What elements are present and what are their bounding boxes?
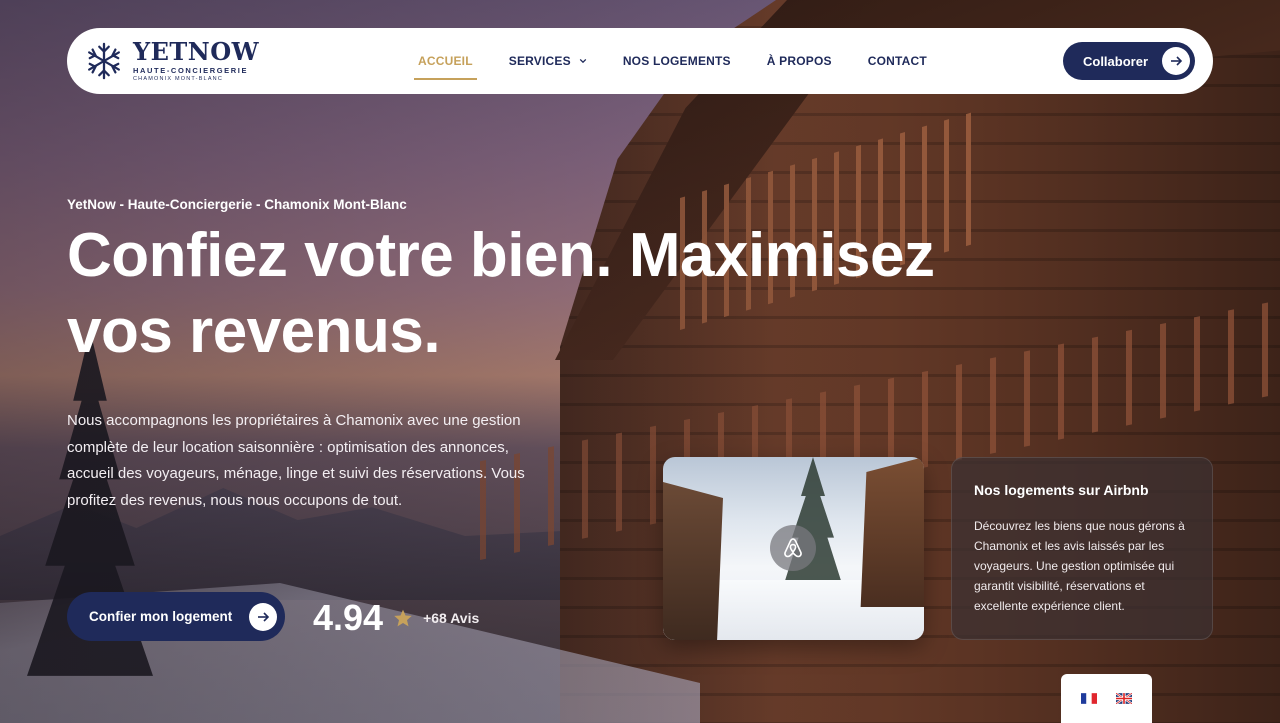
language-switcher — [1061, 674, 1152, 723]
chevron-down-icon — [579, 58, 587, 64]
confier-logement-button[interactable]: Confier mon logement — [67, 592, 285, 641]
arrow-right-icon — [249, 602, 277, 631]
nav-item-label: À PROPOS — [766, 54, 832, 68]
hero-headline: Confiez votre bien. Maximisez vos revenu… — [67, 221, 935, 366]
nav-item-services[interactable]: SERVICES — [491, 28, 605, 94]
airbnb-card-title: Nos logements sur Airbnb — [974, 482, 1149, 498]
airbnb-card-text: Découvrez les biens que nous gérons à Ch… — [974, 519, 1185, 613]
main-nav: ACCUEIL SERVICES NOS LOGEMENTS À PROPOS … — [400, 28, 945, 94]
airbnb-info-card: Nos logements sur Airbnb Découvrez les b… — [951, 457, 1213, 640]
nav-item-contact[interactable]: CONTACT — [850, 28, 945, 94]
nav-item-logements[interactable]: NOS LOGEMENTS — [605, 28, 749, 94]
france-flag-icon[interactable] — [1080, 693, 1097, 704]
nav-item-label: CONTACT — [867, 54, 927, 68]
arrow-right-icon — [1162, 47, 1190, 75]
nav-item-label: SERVICES — [508, 54, 571, 68]
brand-tagline: HAUTE-CONCIERGERIE — [133, 66, 249, 75]
star-icon — [394, 609, 412, 627]
rating: 4.94 +68 Avis — [313, 597, 479, 639]
snowflake-logo-icon — [88, 42, 120, 80]
photo-chalet-right — [860, 457, 924, 607]
nav-item-label: ACCUEIL — [418, 54, 473, 68]
cta-label: Confier mon logement — [89, 609, 233, 624]
hero-eyebrow: YetNow - Haute-Conciergerie - Chamonix M… — [67, 197, 407, 212]
airbnb-icon — [770, 525, 816, 571]
nav-item-accueil[interactable]: ACCUEIL — [400, 28, 491, 94]
brand-name: YETNOW — [133, 37, 260, 66]
photo-chalet-left — [663, 482, 723, 640]
brand-location: CHAMONIX MONT-BLANC — [133, 75, 224, 82]
rating-value: 4.94 — [313, 597, 384, 638]
logo[interactable]: YETNOW HAUTE-CONCIERGERIE CHAMONIX MONT-… — [85, 40, 385, 82]
airbnb-photo-card[interactable] — [663, 457, 924, 640]
rating-count: +68 Avis — [423, 610, 480, 626]
nav-item-a-propos[interactable]: À PROPOS — [749, 28, 850, 94]
hero-description: Nous accompagnons les propriétaires à Ch… — [67, 412, 525, 509]
collaborer-button[interactable]: Collaborer — [1062, 42, 1195, 80]
navbar: YETNOW HAUTE-CONCIERGERIE CHAMONIX MONT-… — [67, 28, 1213, 94]
nav-item-label: NOS LOGEMENTS — [622, 54, 731, 68]
uk-flag-icon[interactable] — [1116, 693, 1133, 704]
collaborer-label: Collaborer — [1082, 53, 1148, 69]
